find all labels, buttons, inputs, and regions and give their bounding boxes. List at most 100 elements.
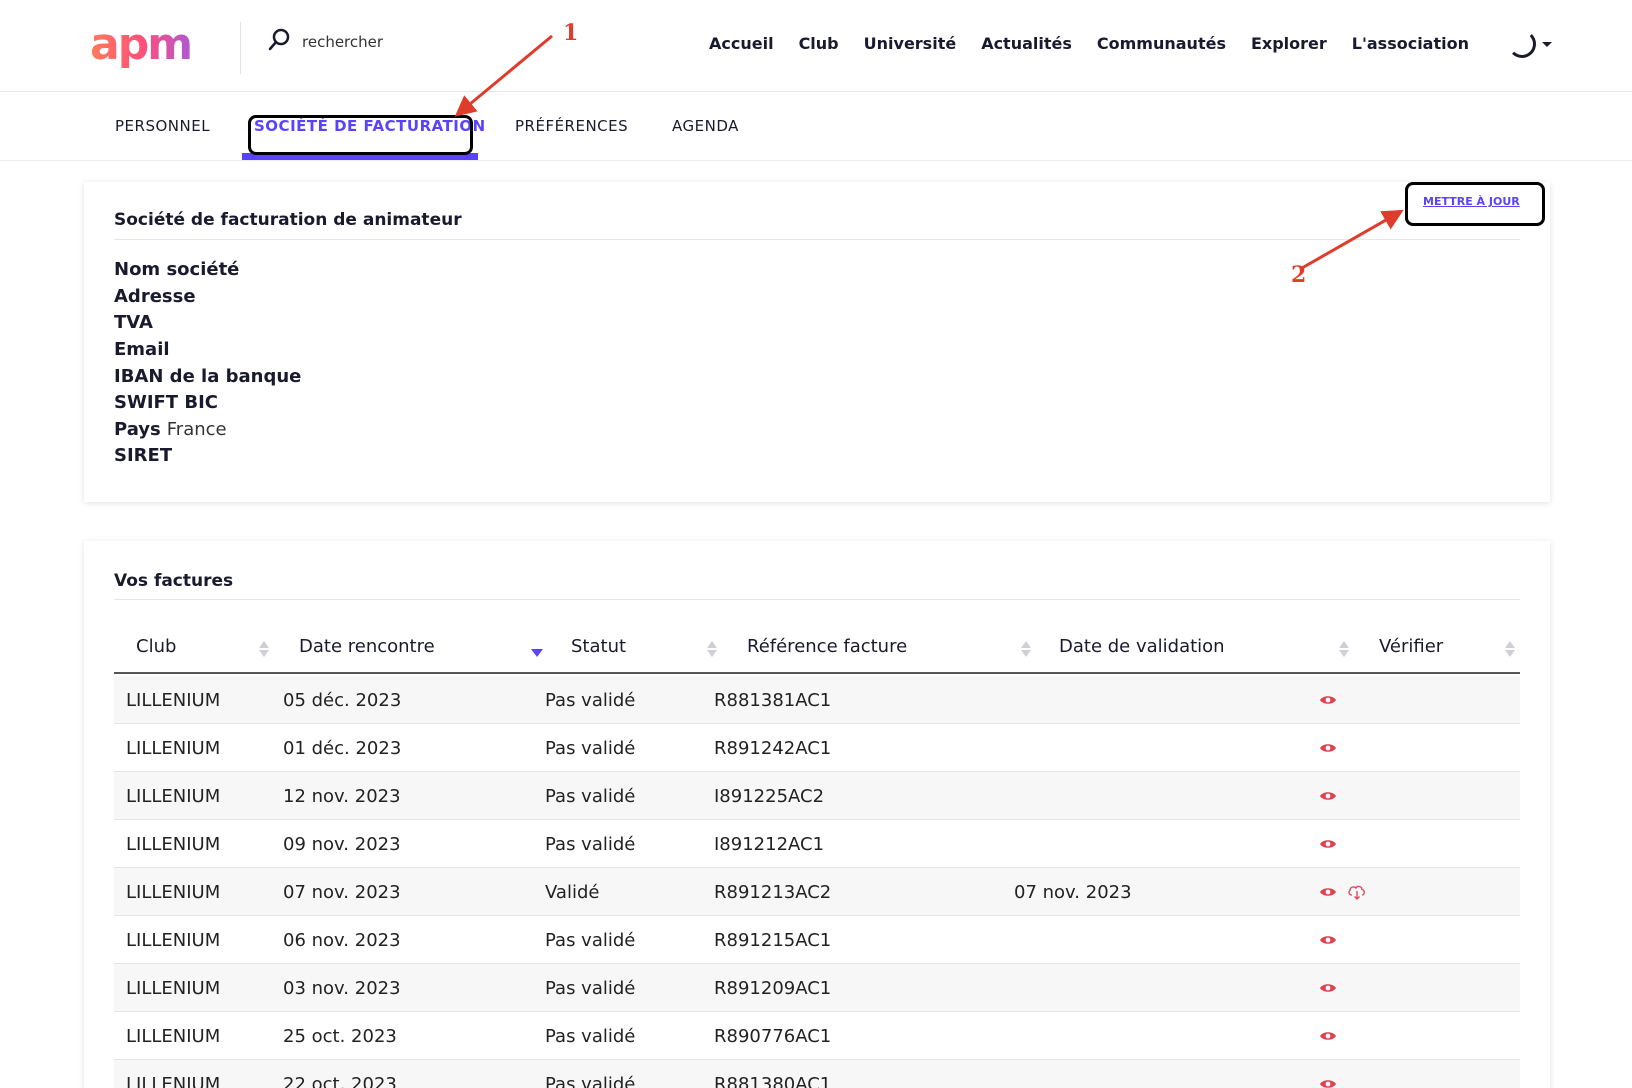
tab-personnel[interactable]: PERSONNEL xyxy=(115,117,210,135)
cell-status: Pas validé xyxy=(545,1073,636,1088)
cell-date: 03 nov. 2023 xyxy=(283,977,401,999)
cell-date: 05 déc. 2023 xyxy=(283,689,402,711)
column-header-status[interactable]: Statut xyxy=(571,619,626,674)
table-row[interactable]: LILLENIUM 09 nov. 2023 Pas validé I891212AC… xyxy=(114,820,1520,868)
eye-icon[interactable] xyxy=(1319,982,1337,994)
table-row[interactable]: LILLENIUM 12 nov. 2023 Pas validé I891225AC… xyxy=(114,772,1520,820)
cell-reference: R891213AC2 xyxy=(714,881,832,903)
cell-date: 01 déc. 2023 xyxy=(283,737,402,759)
cell-status: Pas validé xyxy=(545,977,636,999)
annotation-highlight-update xyxy=(1405,182,1545,226)
tab-agenda[interactable]: AGENDA xyxy=(672,117,739,135)
cell-verify-actions xyxy=(1319,1060,1337,1088)
cell-status: Pas validé xyxy=(545,689,636,711)
cell-reference: R891242AC1 xyxy=(714,737,832,759)
invoices-card: Vos factures Club Date rencontre Statut … xyxy=(84,541,1550,1088)
apm-logo[interactable]: apm xyxy=(90,22,210,72)
logo-text: apm xyxy=(90,22,210,68)
eye-icon[interactable] xyxy=(1319,1078,1337,1088)
cell-validation-date: 07 nov. 2023 xyxy=(1014,881,1132,903)
sort-icon[interactable] xyxy=(1021,641,1031,661)
cell-status: Validé xyxy=(545,881,600,903)
sort-icon[interactable] xyxy=(1505,641,1515,661)
cell-verify-actions xyxy=(1319,676,1337,724)
field-label: Pays xyxy=(114,419,161,440)
cell-club: LILLENIUM xyxy=(126,833,221,855)
cell-reference: I891225AC2 xyxy=(714,785,825,807)
field-country: Pays France xyxy=(114,420,227,440)
eye-icon[interactable] xyxy=(1319,742,1337,754)
search-icon[interactable] xyxy=(266,27,292,57)
table-header: Club Date rencontre Statut Référence fac… xyxy=(114,619,1520,674)
table-row[interactable]: LILLENIUM 25 oct. 2023 Pas validé R890776AC… xyxy=(114,1012,1520,1060)
cell-reference: I891212AC1 xyxy=(714,833,825,855)
table-row[interactable]: LILLENIUM 06 nov. 2023 Pas validé R891215AC… xyxy=(114,916,1520,964)
cell-verify-actions xyxy=(1319,820,1337,868)
search-bar[interactable] xyxy=(266,28,522,56)
nav-association[interactable]: L'association xyxy=(1352,34,1469,53)
cell-verify-actions xyxy=(1319,916,1337,964)
sort-icon[interactable] xyxy=(707,641,717,661)
nav-actualites[interactable]: Actualités xyxy=(981,34,1072,53)
cell-status: Pas validé xyxy=(545,833,636,855)
billing-company-card: Société de facturation de animateur METT… xyxy=(84,182,1550,502)
cell-date: 09 nov. 2023 xyxy=(283,833,401,855)
field-email: Email xyxy=(114,340,176,360)
field-label: Nom société xyxy=(114,259,240,280)
eye-icon[interactable] xyxy=(1319,694,1337,706)
field-label: IBAN de la banque xyxy=(114,366,302,387)
field-swift: SWIFT BIC xyxy=(114,393,224,413)
search-input[interactable] xyxy=(302,33,522,51)
cell-status: Pas validé xyxy=(545,785,636,807)
nav-accueil[interactable]: Accueil xyxy=(709,34,774,53)
field-iban: IBAN de la banque xyxy=(114,367,307,387)
table-row[interactable]: LILLENIUM 03 nov. 2023 Pas validé R891209AC… xyxy=(114,964,1520,1012)
column-header-verify[interactable]: Vérifier xyxy=(1379,619,1443,674)
nav-universite[interactable]: Université xyxy=(864,34,957,53)
field-label: Adresse xyxy=(114,286,196,307)
cell-club: LILLENIUM xyxy=(126,881,221,903)
eye-icon[interactable] xyxy=(1319,886,1337,898)
cell-club: LILLENIUM xyxy=(126,929,221,951)
main-nav: Accueil Club Université Actualités Commu… xyxy=(709,34,1494,53)
cell-date: 12 nov. 2023 xyxy=(283,785,401,807)
table-row[interactable]: LILLENIUM 05 déc. 2023 Pas validé R881381AC… xyxy=(114,676,1520,724)
cell-verify-actions xyxy=(1319,964,1337,1012)
table-row[interactable]: LILLENIUM 01 déc. 2023 Pas validé R891242AC… xyxy=(114,724,1520,772)
annotation-number-1: 1 xyxy=(563,20,579,46)
cloud-download-icon[interactable] xyxy=(1347,884,1367,900)
card-divider xyxy=(114,239,1520,240)
nav-club[interactable]: Club xyxy=(799,34,839,53)
column-header-validation-date[interactable]: Date de validation xyxy=(1059,619,1225,674)
invoices-title: Vos factures xyxy=(114,571,234,591)
sort-icon[interactable] xyxy=(259,641,269,661)
cell-reference: R881380AC1 xyxy=(714,1073,832,1088)
cell-reference: R891215AC1 xyxy=(714,929,832,951)
nav-communautes[interactable]: Communautés xyxy=(1097,34,1226,53)
table-row[interactable]: LILLENIUM 22 oct. 2023 Pas validé R881380AC… xyxy=(114,1060,1520,1088)
eye-icon[interactable] xyxy=(1319,934,1337,946)
cell-club: LILLENIUM xyxy=(126,689,221,711)
chevron-down-icon[interactable] xyxy=(1542,41,1552,47)
sort-desc-icon[interactable] xyxy=(531,649,543,657)
cell-status: Pas validé xyxy=(545,1025,636,1047)
column-header-date[interactable]: Date rencontre xyxy=(299,619,435,674)
card-divider xyxy=(114,599,1520,600)
eye-icon[interactable] xyxy=(1319,838,1337,850)
header-divider xyxy=(240,22,241,74)
sort-icon[interactable] xyxy=(1339,641,1349,661)
tab-preferences[interactable]: PRÉFÉRENCES xyxy=(515,117,628,135)
cell-reference: R891209AC1 xyxy=(714,977,832,999)
field-siret: SIRET xyxy=(114,446,178,466)
cell-verify-actions xyxy=(1319,724,1337,772)
column-header-reference[interactable]: Référence facture xyxy=(747,619,907,674)
eye-icon[interactable] xyxy=(1319,1030,1337,1042)
column-header-club[interactable]: Club xyxy=(136,619,176,674)
cell-reference: R890776AC1 xyxy=(714,1025,832,1047)
table-row[interactable]: LILLENIUM 07 nov. 2023 Validé R891213AC2 07 … xyxy=(114,868,1520,916)
user-menu[interactable] xyxy=(1508,30,1552,58)
billing-card-title: Société de facturation de animateur xyxy=(114,210,462,230)
eye-icon[interactable] xyxy=(1319,790,1337,802)
avatar[interactable] xyxy=(1508,30,1536,58)
nav-explorer[interactable]: Explorer xyxy=(1251,34,1327,53)
